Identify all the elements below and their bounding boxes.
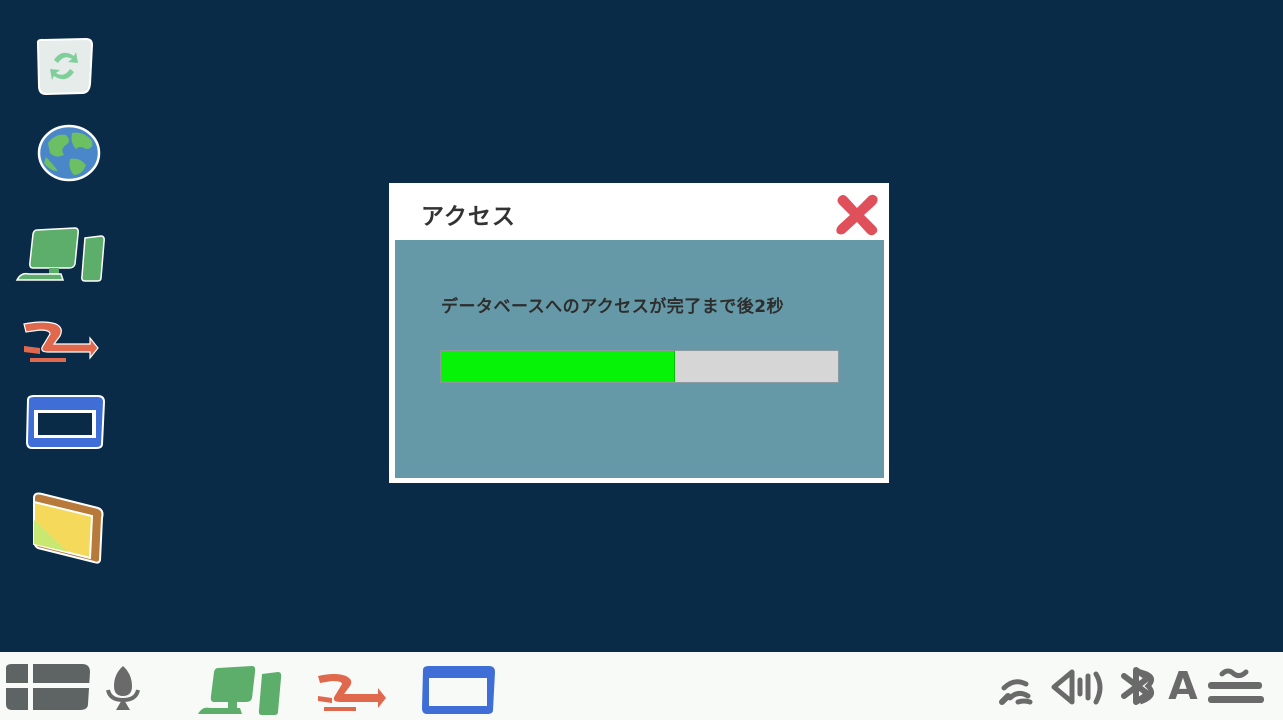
access-dialog: アクセス データベースへのアクセスが完了まで後2秒 bbox=[389, 183, 889, 483]
menu-icon[interactable] bbox=[1204, 666, 1266, 706]
folder-icon[interactable] bbox=[28, 490, 106, 564]
start-icon[interactable] bbox=[2, 662, 92, 712]
window-icon[interactable] bbox=[419, 664, 497, 716]
dialog-body: データベースへのアクセスが完了まで後2秒 bbox=[395, 240, 884, 478]
dialog-message: データベースへのアクセスが完了まで後2秒 bbox=[441, 297, 785, 317]
network-icon[interactable] bbox=[314, 670, 388, 714]
network-icon[interactable] bbox=[20, 318, 100, 366]
computer-icon[interactable] bbox=[196, 664, 284, 716]
microphone-icon[interactable] bbox=[104, 664, 142, 714]
globe-icon[interactable] bbox=[36, 123, 102, 183]
recycle-bin-icon[interactable] bbox=[32, 36, 96, 96]
close-icon[interactable] bbox=[833, 191, 881, 237]
computer-icon[interactable] bbox=[15, 226, 107, 284]
taskbar: A bbox=[0, 652, 1283, 720]
language-indicator[interactable]: A bbox=[1166, 664, 1200, 708]
progress-bar bbox=[440, 350, 839, 383]
window-icon[interactable] bbox=[24, 394, 106, 450]
progress-bar-fill bbox=[441, 351, 676, 382]
bluetooth-icon[interactable] bbox=[1118, 666, 1160, 706]
volume-icon[interactable] bbox=[1050, 668, 1106, 706]
dialog-title: アクセス bbox=[421, 204, 516, 230]
wifi-icon[interactable] bbox=[998, 670, 1038, 706]
